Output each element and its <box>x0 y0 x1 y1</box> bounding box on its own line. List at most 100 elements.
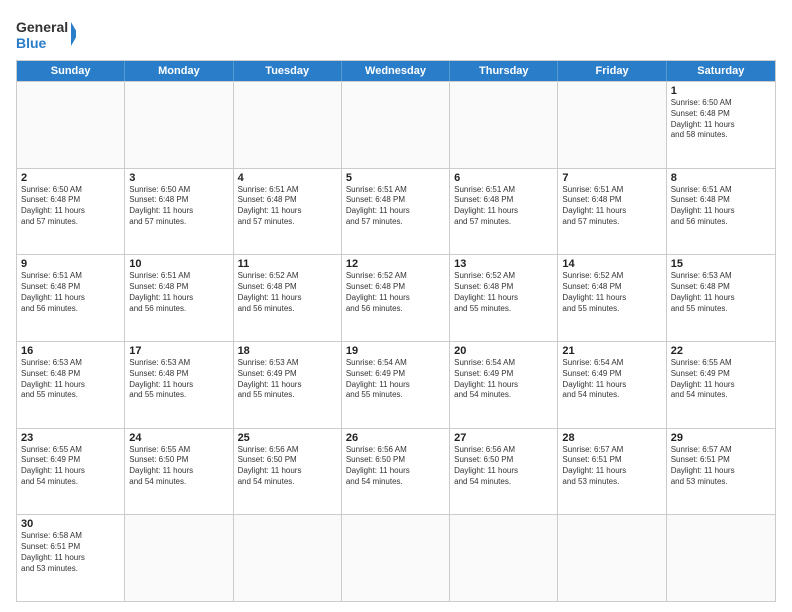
weekday-header: Sunday <box>17 61 125 81</box>
day-info: Sunrise: 6:51 AM Sunset: 6:48 PM Dayligh… <box>346 185 445 228</box>
day-number: 5 <box>346 172 445 184</box>
day-info: Sunrise: 6:56 AM Sunset: 6:50 PM Dayligh… <box>454 445 553 488</box>
weekday-header: Wednesday <box>342 61 450 81</box>
day-number: 14 <box>562 258 661 270</box>
calendar-cell: 30Sunrise: 6:58 AM Sunset: 6:51 PM Dayli… <box>17 515 125 601</box>
day-info: Sunrise: 6:53 AM Sunset: 6:49 PM Dayligh… <box>238 358 337 401</box>
day-info: Sunrise: 6:58 AM Sunset: 6:51 PM Dayligh… <box>21 531 120 574</box>
calendar-week-row: 30Sunrise: 6:58 AM Sunset: 6:51 PM Dayli… <box>17 514 775 601</box>
day-number: 7 <box>562 172 661 184</box>
day-info: Sunrise: 6:53 AM Sunset: 6:48 PM Dayligh… <box>129 358 228 401</box>
weekday-header: Tuesday <box>234 61 342 81</box>
header: General Blue <box>16 16 776 52</box>
day-number: 1 <box>671 85 771 97</box>
calendar-cell: 4Sunrise: 6:51 AM Sunset: 6:48 PM Daylig… <box>234 169 342 255</box>
day-info: Sunrise: 6:57 AM Sunset: 6:51 PM Dayligh… <box>562 445 661 488</box>
day-number: 9 <box>21 258 120 270</box>
calendar-cell: 26Sunrise: 6:56 AM Sunset: 6:50 PM Dayli… <box>342 429 450 515</box>
day-number: 29 <box>671 432 771 444</box>
day-number: 3 <box>129 172 228 184</box>
calendar-cell: 1Sunrise: 6:50 AM Sunset: 6:48 PM Daylig… <box>667 82 775 168</box>
day-number: 30 <box>21 518 120 530</box>
calendar: SundayMondayTuesdayWednesdayThursdayFrid… <box>16 60 776 602</box>
calendar-cell <box>342 515 450 601</box>
day-info: Sunrise: 6:53 AM Sunset: 6:48 PM Dayligh… <box>671 271 771 314</box>
calendar-cell: 6Sunrise: 6:51 AM Sunset: 6:48 PM Daylig… <box>450 169 558 255</box>
day-number: 13 <box>454 258 553 270</box>
page: General Blue SundayMondayTuesdayWednesda… <box>0 0 792 612</box>
day-number: 22 <box>671 345 771 357</box>
calendar-cell: 13Sunrise: 6:52 AM Sunset: 6:48 PM Dayli… <box>450 255 558 341</box>
day-number: 24 <box>129 432 228 444</box>
calendar-week-row: 9Sunrise: 6:51 AM Sunset: 6:48 PM Daylig… <box>17 254 775 341</box>
calendar-cell: 18Sunrise: 6:53 AM Sunset: 6:49 PM Dayli… <box>234 342 342 428</box>
calendar-cell: 11Sunrise: 6:52 AM Sunset: 6:48 PM Dayli… <box>234 255 342 341</box>
day-info: Sunrise: 6:51 AM Sunset: 6:48 PM Dayligh… <box>21 271 120 314</box>
calendar-header: SundayMondayTuesdayWednesdayThursdayFrid… <box>17 61 775 81</box>
calendar-cell: 2Sunrise: 6:50 AM Sunset: 6:48 PM Daylig… <box>17 169 125 255</box>
logo: General Blue <box>16 16 76 52</box>
day-number: 26 <box>346 432 445 444</box>
day-info: Sunrise: 6:50 AM Sunset: 6:48 PM Dayligh… <box>129 185 228 228</box>
calendar-week-row: 1Sunrise: 6:50 AM Sunset: 6:48 PM Daylig… <box>17 81 775 168</box>
calendar-cell <box>125 82 233 168</box>
calendar-cell: 15Sunrise: 6:53 AM Sunset: 6:48 PM Dayli… <box>667 255 775 341</box>
day-info: Sunrise: 6:53 AM Sunset: 6:48 PM Dayligh… <box>21 358 120 401</box>
day-info: Sunrise: 6:57 AM Sunset: 6:51 PM Dayligh… <box>671 445 771 488</box>
calendar-cell: 24Sunrise: 6:55 AM Sunset: 6:50 PM Dayli… <box>125 429 233 515</box>
day-info: Sunrise: 6:51 AM Sunset: 6:48 PM Dayligh… <box>129 271 228 314</box>
calendar-cell <box>125 515 233 601</box>
day-info: Sunrise: 6:55 AM Sunset: 6:49 PM Dayligh… <box>21 445 120 488</box>
day-info: Sunrise: 6:56 AM Sunset: 6:50 PM Dayligh… <box>346 445 445 488</box>
calendar-cell: 14Sunrise: 6:52 AM Sunset: 6:48 PM Dayli… <box>558 255 666 341</box>
calendar-week-row: 16Sunrise: 6:53 AM Sunset: 6:48 PM Dayli… <box>17 341 775 428</box>
day-number: 8 <box>671 172 771 184</box>
calendar-cell <box>234 515 342 601</box>
calendar-cell <box>342 82 450 168</box>
day-info: Sunrise: 6:54 AM Sunset: 6:49 PM Dayligh… <box>562 358 661 401</box>
calendar-cell: 5Sunrise: 6:51 AM Sunset: 6:48 PM Daylig… <box>342 169 450 255</box>
day-number: 11 <box>238 258 337 270</box>
calendar-cell: 25Sunrise: 6:56 AM Sunset: 6:50 PM Dayli… <box>234 429 342 515</box>
weekday-header: Thursday <box>450 61 558 81</box>
day-info: Sunrise: 6:50 AM Sunset: 6:48 PM Dayligh… <box>671 98 771 141</box>
day-number: 19 <box>346 345 445 357</box>
day-number: 6 <box>454 172 553 184</box>
day-info: Sunrise: 6:55 AM Sunset: 6:50 PM Dayligh… <box>129 445 228 488</box>
day-number: 10 <box>129 258 228 270</box>
calendar-body: 1Sunrise: 6:50 AM Sunset: 6:48 PM Daylig… <box>17 81 775 601</box>
day-number: 27 <box>454 432 553 444</box>
calendar-cell <box>450 82 558 168</box>
day-number: 4 <box>238 172 337 184</box>
calendar-cell <box>558 82 666 168</box>
calendar-cell: 10Sunrise: 6:51 AM Sunset: 6:48 PM Dayli… <box>125 255 233 341</box>
weekday-header: Friday <box>558 61 666 81</box>
logo-svg: General Blue <box>16 16 76 52</box>
day-info: Sunrise: 6:51 AM Sunset: 6:48 PM Dayligh… <box>671 185 771 228</box>
calendar-cell: 23Sunrise: 6:55 AM Sunset: 6:49 PM Dayli… <box>17 429 125 515</box>
day-number: 18 <box>238 345 337 357</box>
day-info: Sunrise: 6:56 AM Sunset: 6:50 PM Dayligh… <box>238 445 337 488</box>
day-number: 12 <box>346 258 445 270</box>
calendar-cell: 29Sunrise: 6:57 AM Sunset: 6:51 PM Dayli… <box>667 429 775 515</box>
day-number: 23 <box>21 432 120 444</box>
calendar-cell: 3Sunrise: 6:50 AM Sunset: 6:48 PM Daylig… <box>125 169 233 255</box>
calendar-cell: 27Sunrise: 6:56 AM Sunset: 6:50 PM Dayli… <box>450 429 558 515</box>
day-info: Sunrise: 6:55 AM Sunset: 6:49 PM Dayligh… <box>671 358 771 401</box>
day-info: Sunrise: 6:50 AM Sunset: 6:48 PM Dayligh… <box>21 185 120 228</box>
calendar-cell <box>234 82 342 168</box>
calendar-cell: 28Sunrise: 6:57 AM Sunset: 6:51 PM Dayli… <box>558 429 666 515</box>
calendar-cell: 21Sunrise: 6:54 AM Sunset: 6:49 PM Dayli… <box>558 342 666 428</box>
calendar-cell: 8Sunrise: 6:51 AM Sunset: 6:48 PM Daylig… <box>667 169 775 255</box>
day-info: Sunrise: 6:51 AM Sunset: 6:48 PM Dayligh… <box>562 185 661 228</box>
calendar-cell: 17Sunrise: 6:53 AM Sunset: 6:48 PM Dayli… <box>125 342 233 428</box>
day-number: 15 <box>671 258 771 270</box>
day-info: Sunrise: 6:52 AM Sunset: 6:48 PM Dayligh… <box>562 271 661 314</box>
calendar-cell: 22Sunrise: 6:55 AM Sunset: 6:49 PM Dayli… <box>667 342 775 428</box>
day-info: Sunrise: 6:51 AM Sunset: 6:48 PM Dayligh… <box>238 185 337 228</box>
day-number: 28 <box>562 432 661 444</box>
calendar-cell: 20Sunrise: 6:54 AM Sunset: 6:49 PM Dayli… <box>450 342 558 428</box>
day-info: Sunrise: 6:54 AM Sunset: 6:49 PM Dayligh… <box>346 358 445 401</box>
day-info: Sunrise: 6:52 AM Sunset: 6:48 PM Dayligh… <box>346 271 445 314</box>
svg-text:Blue: Blue <box>16 35 47 51</box>
